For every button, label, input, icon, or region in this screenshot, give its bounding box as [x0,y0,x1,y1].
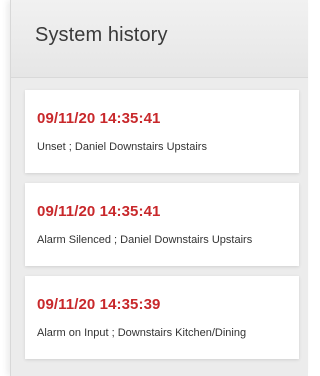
history-item-description: Unset ; Daniel Downstairs Upstairs [37,141,207,153]
history-list[interactable]: 09/11/20 14:35:41 Unset ; Daniel Downsta… [11,78,308,359]
history-item-timestamp: 09/11/20 14:35:41 [37,110,161,127]
history-item-description: Alarm Silenced ; Daniel Downstairs Upsta… [37,234,253,246]
system-history-panel: System history 09/11/20 14:35:41 Unset ;… [10,0,308,376]
history-item[interactable]: 09/11/20 14:35:39 Alarm on Input ; Downs… [25,276,299,359]
panel-header: System history [11,0,308,78]
history-item[interactable]: 09/11/20 14:35:41 Unset ; Daniel Downsta… [25,90,299,173]
history-item-timestamp: 09/11/20 14:35:39 [37,296,161,313]
history-item-timestamp: 09/11/20 14:35:41 [37,203,161,220]
history-item[interactable]: 09/11/20 14:35:41 Alarm Silenced ; Danie… [25,183,299,266]
page-title: System history [35,24,168,46]
history-item-description: Alarm on Input ; Downstairs Kitchen/Dini… [37,327,247,339]
